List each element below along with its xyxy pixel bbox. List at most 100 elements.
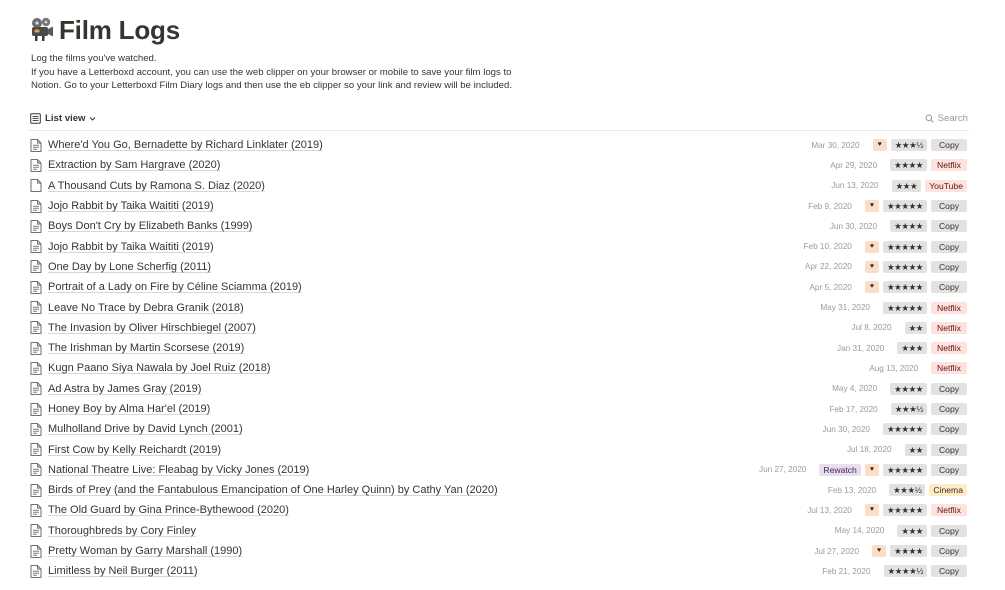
film-title[interactable]: A Thousand Cuts by Ramona S. Diaz (2020): [48, 180, 265, 192]
platform-tag: Copy: [931, 200, 967, 213]
platform-tag: Copy: [931, 545, 967, 558]
row-properties: Jul 8, 2020 ★★ Netflix: [852, 318, 967, 338]
rating-tag: ★★★½: [890, 139, 927, 152]
watched-date: May 31, 2020: [820, 303, 870, 313]
list-item[interactable]: Ad Astra by James Gray (2019) May 4, 2020…: [28, 379, 969, 399]
film-title[interactable]: Kugn Paano Siya Nawala by Joel Ruiz (201…: [48, 362, 271, 374]
page-icon: [30, 504, 42, 517]
heart-icon: ♥: [864, 463, 879, 476]
view-switcher-button[interactable]: List view: [30, 110, 96, 126]
heart-icon: ♥: [864, 260, 879, 273]
page-icon: [30, 463, 42, 477]
watched-date: Mar 30, 2020: [811, 140, 860, 150]
page-icon: [30, 219, 42, 233]
list-item[interactable]: Portrait of a Lady on Fire by Céline Sci…: [28, 277, 969, 297]
film-title[interactable]: First Cow by Kelly Reichardt (2019): [48, 444, 221, 456]
list-item[interactable]: Where'd You Go, Bernadette by Richard Li…: [28, 135, 969, 155]
platform-tag: Cinema: [929, 484, 967, 497]
rating-tag: ★★★★★: [882, 200, 927, 213]
row-properties: Jul 27, 2020 ♥ ★★★★ Copy: [814, 541, 967, 561]
film-title[interactable]: The Old Guard by Gina Prince-Bythewood (…: [48, 504, 289, 516]
watched-date: Jun 30, 2020: [822, 424, 870, 434]
list-item[interactable]: The Invasion by Oliver Hirschbiegel (200…: [28, 318, 969, 338]
film-title[interactable]: Jojo Rabbit by Taika Waititi (2019): [48, 241, 214, 253]
page-icon: [30, 483, 42, 497]
film-title[interactable]: Pretty Woman by Garry Marshall (1990): [48, 545, 242, 557]
page-icon: [30, 382, 42, 396]
row-properties: May 4, 2020 ★★★★ Copy: [832, 379, 967, 399]
list-item[interactable]: The Old Guard by Gina Prince-Bythewood (…: [28, 500, 969, 520]
film-title[interactable]: Boys Don't Cry by Elizabeth Banks (1999): [48, 220, 252, 232]
rating-tag: ★★★★★: [882, 240, 927, 253]
list-item[interactable]: Kugn Paano Siya Nawala by Joel Ruiz (201…: [28, 358, 969, 378]
film-title[interactable]: The Irishman by Martin Scorsese (2019): [48, 342, 244, 354]
heart-icon: ♥: [872, 139, 887, 152]
list-item[interactable]: Birds of Prey (and the Fantabulous Emanc…: [28, 480, 969, 500]
film-title[interactable]: Extraction by Sam Hargrave (2020): [48, 159, 220, 171]
page-icon: [30, 260, 42, 274]
list-item[interactable]: One Day by Lone Scherfig (2011) Apr 22, 2…: [28, 257, 969, 277]
platform-tag: Netflix: [931, 362, 967, 375]
list-view-icon: [30, 112, 41, 124]
platform-tag: Copy: [931, 139, 967, 152]
film-title[interactable]: Ad Astra by James Gray (2019): [48, 383, 201, 395]
rating-tag: ★★★★★: [882, 423, 927, 436]
list-item[interactable]: Pretty Woman by Garry Marshall (1990) Jul…: [28, 541, 969, 561]
list-item[interactable]: Mulholland Drive by David Lynch (2001) Ju…: [28, 419, 969, 439]
film-title[interactable]: The Invasion by Oliver Hirschbiegel (200…: [48, 322, 256, 334]
platform-tag: Copy: [931, 220, 967, 233]
list-item[interactable]: The Irishman by Martin Scorsese (2019) Ja…: [28, 338, 969, 358]
page-icon: [30, 280, 42, 294]
film-title[interactable]: Leave No Trace by Debra Granik (2018): [48, 302, 244, 314]
film-title[interactable]: Portrait of a Lady on Fire by Céline Sci…: [48, 281, 302, 293]
watched-date: Jan 31, 2020: [837, 343, 885, 353]
film-title[interactable]: National Theatre Live: Fleabag by Vicky …: [48, 464, 309, 476]
list-item[interactable]: A Thousand Cuts by Ramona S. Diaz (2020)…: [28, 176, 969, 196]
heart-icon: ♥: [872, 545, 887, 558]
rating-tag: ★★★★★: [882, 260, 927, 273]
rating-tag: ★★: [904, 321, 927, 334]
list-item[interactable]: Jojo Rabbit by Taika Waititi (2019) Feb 1…: [28, 236, 969, 256]
row-properties: Jun 30, 2020 ★★★★ Copy: [830, 216, 967, 236]
platform-tag: Netflix: [931, 321, 967, 334]
page-title[interactable]: Film Logs: [59, 15, 180, 46]
list-item[interactable]: Limitless by Neil Burger (2011) Feb 21, 2…: [28, 561, 969, 581]
watched-date: Feb 9, 2020: [808, 201, 852, 211]
rating-tag: ★★★½: [889, 484, 926, 497]
platform-tag: Copy: [931, 382, 967, 395]
watched-date: Feb 21, 2020: [822, 566, 871, 576]
list-item[interactable]: Leave No Trace by Debra Granik (2018) May…: [28, 297, 969, 317]
film-title[interactable]: Thoroughbreds by Cory Finley: [48, 525, 196, 537]
list-item[interactable]: Honey Boy by Alma Har'el (2019) Feb 17, 2…: [28, 399, 969, 419]
page-icon: [30, 138, 42, 152]
list-item[interactable]: First Cow by Kelly Reichardt (2019) Jul 1…: [28, 439, 969, 459]
platform-tag: Copy: [931, 423, 967, 436]
film-title[interactable]: Where'd You Go, Bernadette by Richard Li…: [48, 139, 323, 151]
film-title[interactable]: Jojo Rabbit by Taika Waititi (2019): [48, 200, 214, 212]
platform-tag: Netflix: [931, 159, 967, 172]
film-title[interactable]: Honey Boy by Alma Har'el (2019): [48, 403, 210, 415]
film-title[interactable]: Limitless by Neil Burger (2011): [48, 565, 198, 577]
row-properties: Jul 13, 2020 ♥ ★★★★★ Netflix: [807, 500, 967, 520]
film-projector-icon[interactable]: [28, 16, 54, 42]
search-button[interactable]: Search: [925, 110, 968, 126]
watched-date: Jul 18, 2020: [846, 445, 892, 455]
row-properties: Feb 17, 2020 ★★★½ Copy: [829, 399, 967, 419]
list-item[interactable]: Thoroughbreds by Cory Finley May 14, 2020…: [28, 521, 969, 541]
row-properties: Feb 13, 2020 ★★★½ Cinema: [828, 480, 967, 500]
platform-tag: Copy: [931, 565, 967, 578]
chevron-down-icon: [89, 116, 95, 121]
film-title[interactable]: One Day by Lone Scherfig (2011): [48, 261, 211, 273]
page-icon: [30, 402, 42, 416]
page-icon: [30, 443, 42, 456]
list-item[interactable]: Extraction by Sam Hargrave (2020) Apr 29,…: [28, 155, 969, 175]
list-item[interactable]: Boys Don't Cry by Elizabeth Banks (1999)…: [28, 216, 969, 236]
rating-tag: ★★★: [897, 342, 927, 355]
list-item[interactable]: National Theatre Live: Fleabag by Vicky …: [28, 460, 969, 480]
row-properties: Apr 5, 2020 ♥ ★★★★★ Copy: [809, 277, 967, 297]
watched-date: Jul 8, 2020: [851, 323, 892, 333]
list-item[interactable]: Jojo Rabbit by Taika Waititi (2019) Feb 9…: [28, 196, 969, 216]
film-title[interactable]: Mulholland Drive by David Lynch (2001): [48, 423, 243, 435]
film-title[interactable]: Birds of Prey (and the Fantabulous Emanc…: [48, 484, 498, 496]
row-properties: Jun 30, 2020 ★★★★★ Copy: [823, 419, 967, 439]
